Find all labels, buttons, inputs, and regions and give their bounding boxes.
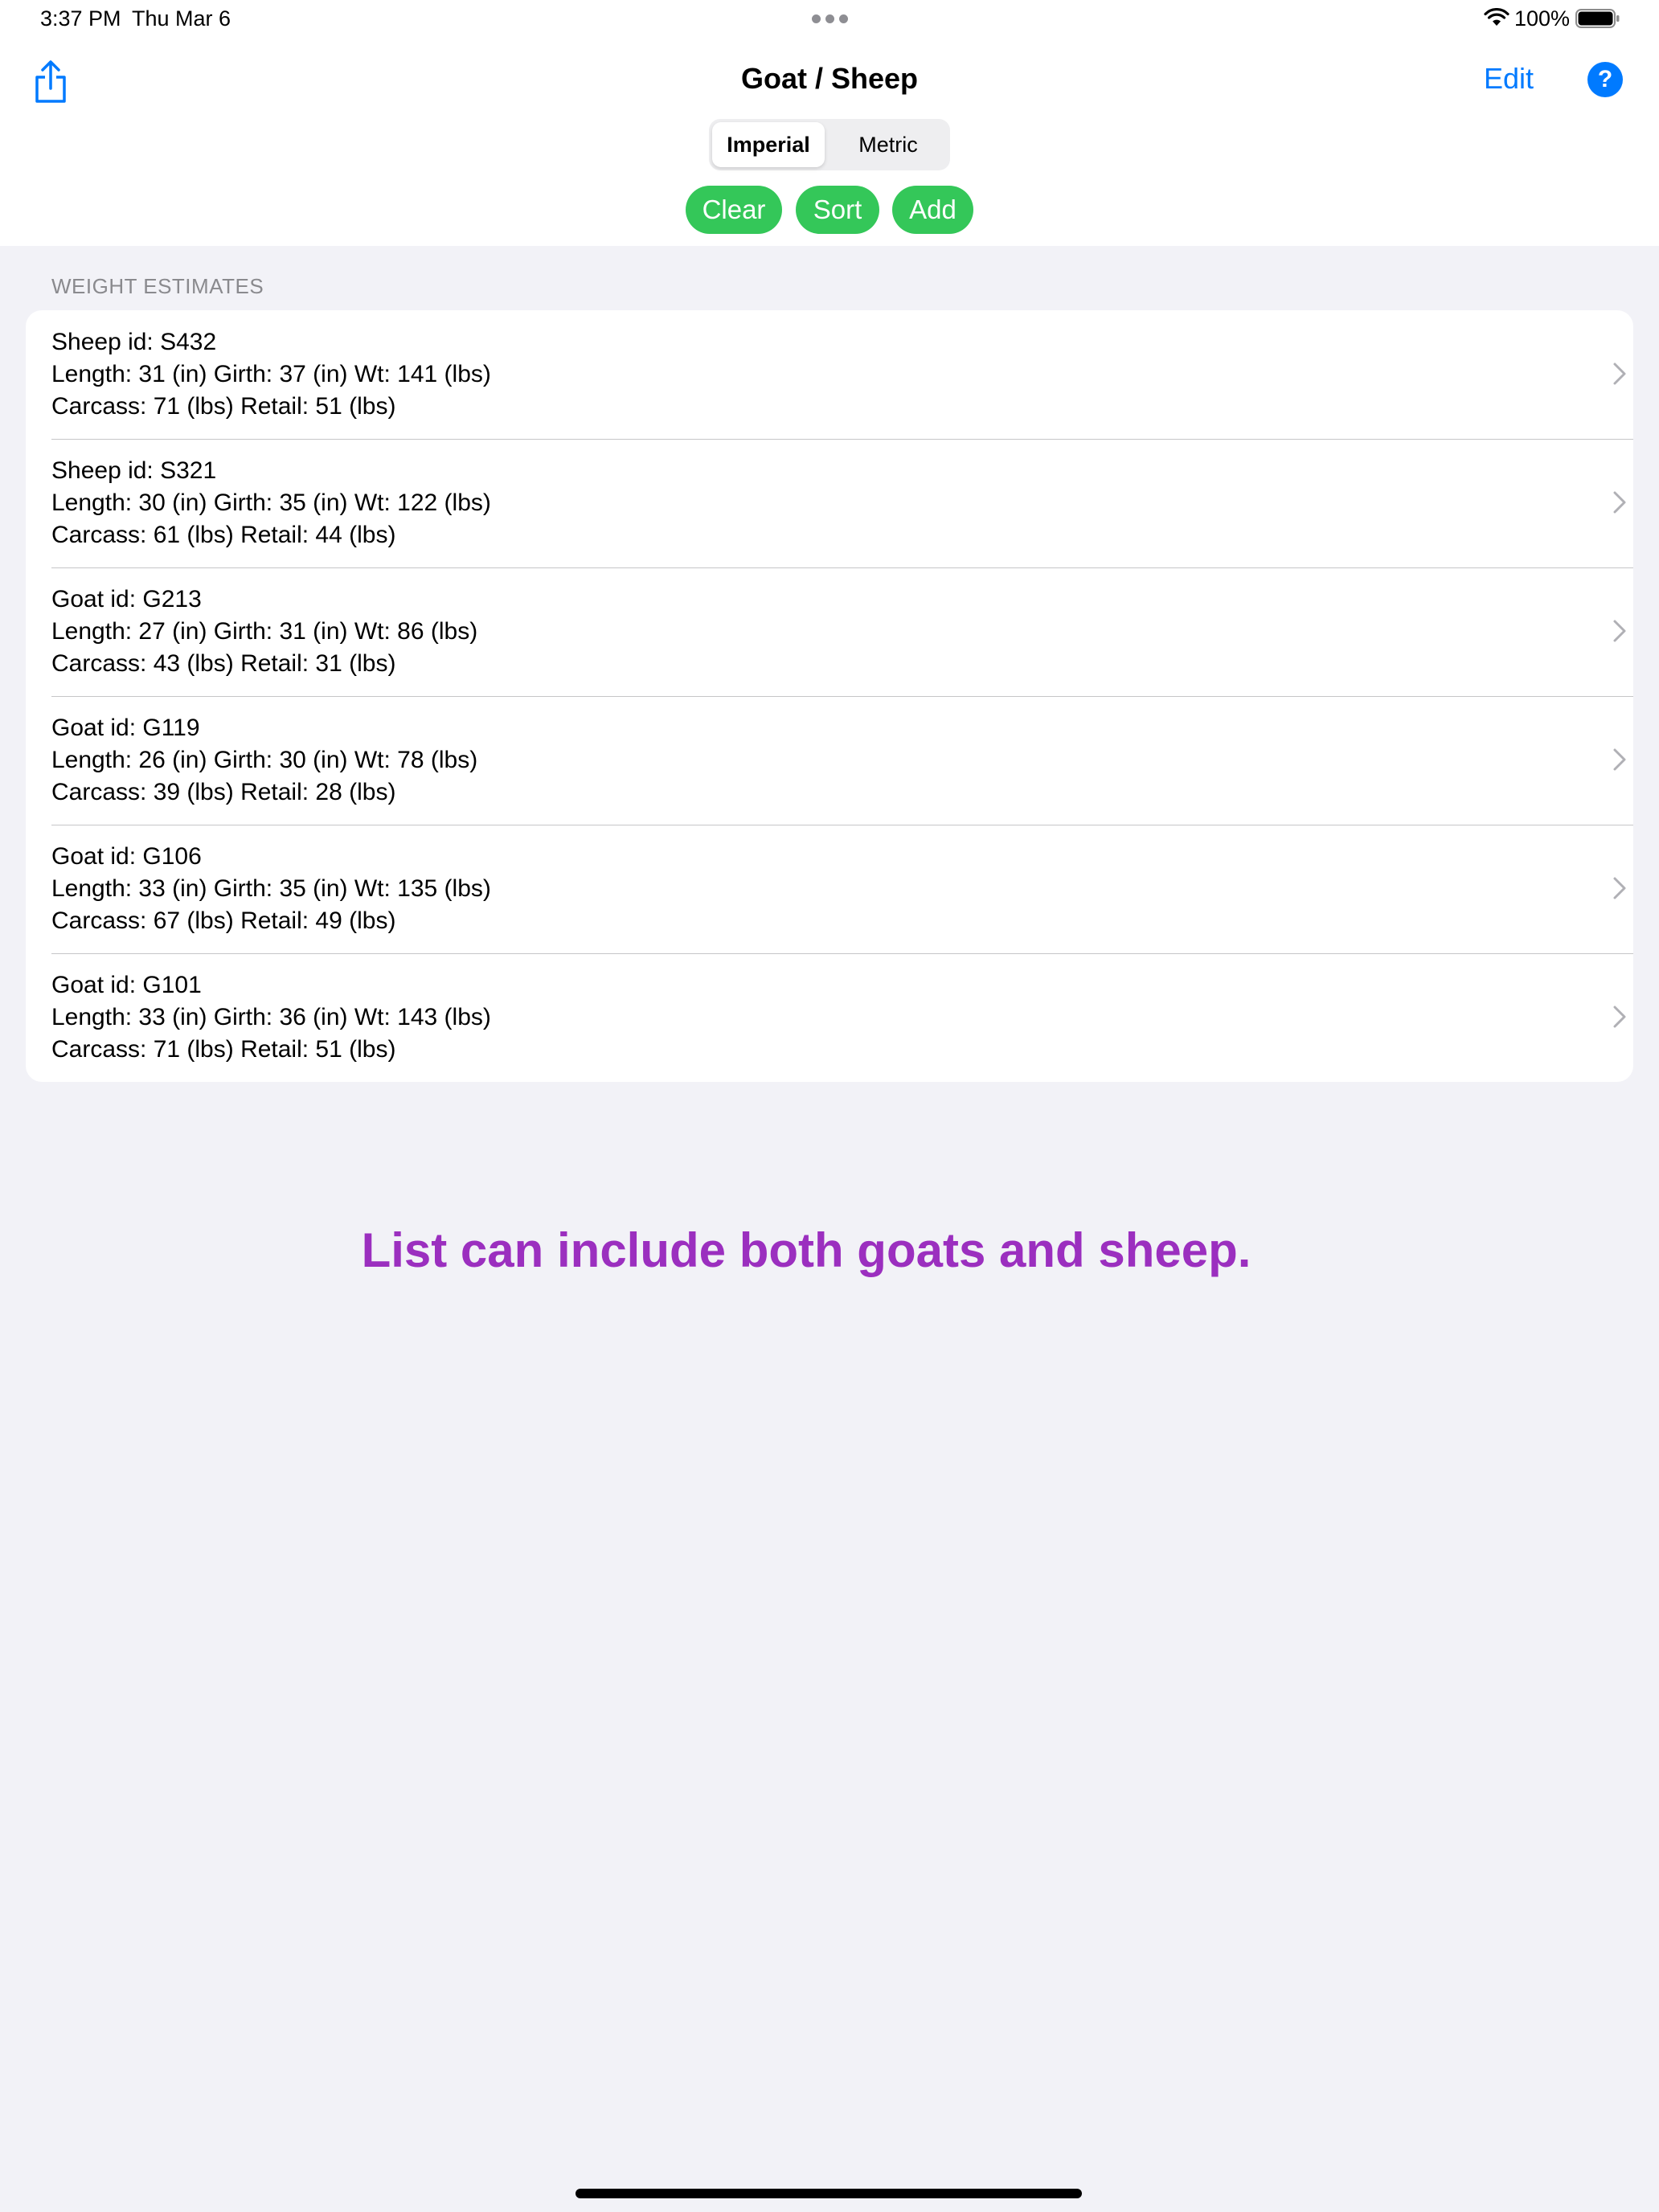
edit-button[interactable]: Edit [1484, 61, 1534, 96]
chevron-right-icon [1613, 363, 1626, 385]
carcass-retail: Carcass: 61 (lbs) Retail: 44 (lbs) [51, 522, 396, 548]
chevron-right-icon [1613, 620, 1626, 642]
chevron-right-icon [1613, 748, 1626, 771]
animal-id: Goat id: G106 [51, 843, 202, 870]
chevron-right-icon [1613, 1006, 1626, 1028]
animal-id: Sheep id: S432 [51, 329, 217, 355]
chevron-right-icon [1613, 877, 1626, 899]
segment-imperial[interactable]: Imperial [712, 122, 825, 167]
units-segmented-control: Imperial Metric [709, 119, 950, 170]
clear-button[interactable]: Clear [686, 186, 782, 234]
caption-text: List can include both goats and sheep. [361, 1223, 1251, 1277]
carcass-retail: Carcass: 39 (lbs) Retail: 28 (lbs) [51, 779, 396, 805]
measurements: Length: 30 (in) Girth: 35 (in) Wt: 122 (… [51, 490, 491, 516]
header: 3:37 PM Thu Mar 6 100% Goat / Sheep Edit… [0, 0, 1659, 246]
page-title: Goat / Sheep [740, 62, 919, 95]
home-indicator[interactable] [576, 2189, 1082, 2198]
measurements: Length: 31 (in) Girth: 37 (in) Wt: 141 (… [51, 361, 491, 387]
add-button[interactable]: Add [892, 186, 973, 234]
status-time: 3:37 PM [40, 6, 121, 31]
weight-estimates-list: Sheep id: S432 Length: 31 (in) Girth: 37… [26, 310, 1633, 1082]
measurements: Length: 33 (in) Girth: 35 (in) Wt: 135 (… [51, 875, 491, 902]
carcass-retail: Carcass: 43 (lbs) Retail: 31 (lbs) [51, 650, 396, 677]
multitasking-dots-icon[interactable] [812, 14, 848, 23]
battery-icon [1575, 9, 1620, 28]
measurements: Length: 26 (in) Girth: 30 (in) Wt: 78 (l… [51, 747, 478, 773]
list-item[interactable]: Sheep id: S432 Length: 31 (in) Girth: 37… [26, 310, 1633, 439]
segment-metric[interactable]: Metric [830, 122, 947, 167]
carcass-retail: Carcass: 71 (lbs) Retail: 51 (lbs) [51, 1036, 396, 1063]
help-button[interactable]: ? [1587, 62, 1623, 97]
animal-id: Goat id: G213 [51, 586, 202, 612]
list-item[interactable]: Goat id: G119 Length: 26 (in) Girth: 30 … [26, 696, 1633, 825]
battery-percentage: 100% [1514, 6, 1571, 31]
carcass-retail: Carcass: 71 (lbs) Retail: 51 (lbs) [51, 393, 396, 420]
wifi-icon [1484, 8, 1509, 26]
list-item[interactable]: Goat id: G101 Length: 33 (in) Girth: 36 … [26, 953, 1633, 1082]
status-date: Thu Mar 6 [132, 6, 231, 31]
carcass-retail: Carcass: 67 (lbs) Retail: 49 (lbs) [51, 907, 396, 934]
list-item[interactable]: Goat id: G106 Length: 33 (in) Girth: 35 … [26, 825, 1633, 953]
animal-id: Sheep id: S321 [51, 457, 217, 484]
animal-id: Goat id: G119 [51, 715, 200, 741]
animal-id: Goat id: G101 [51, 972, 202, 998]
sort-button[interactable]: Sort [796, 186, 879, 234]
measurements: Length: 33 (in) Girth: 36 (in) Wt: 143 (… [51, 1004, 491, 1030]
section-header-weight-estimates: WEIGHT ESTIMATES [51, 274, 264, 298]
chevron-right-icon [1613, 491, 1626, 514]
list-item[interactable]: Sheep id: S321 Length: 30 (in) Girth: 35… [26, 439, 1633, 567]
list-item[interactable]: Goat id: G213 Length: 27 (in) Girth: 31 … [26, 567, 1633, 696]
measurements: Length: 27 (in) Girth: 31 (in) Wt: 86 (l… [51, 618, 478, 645]
